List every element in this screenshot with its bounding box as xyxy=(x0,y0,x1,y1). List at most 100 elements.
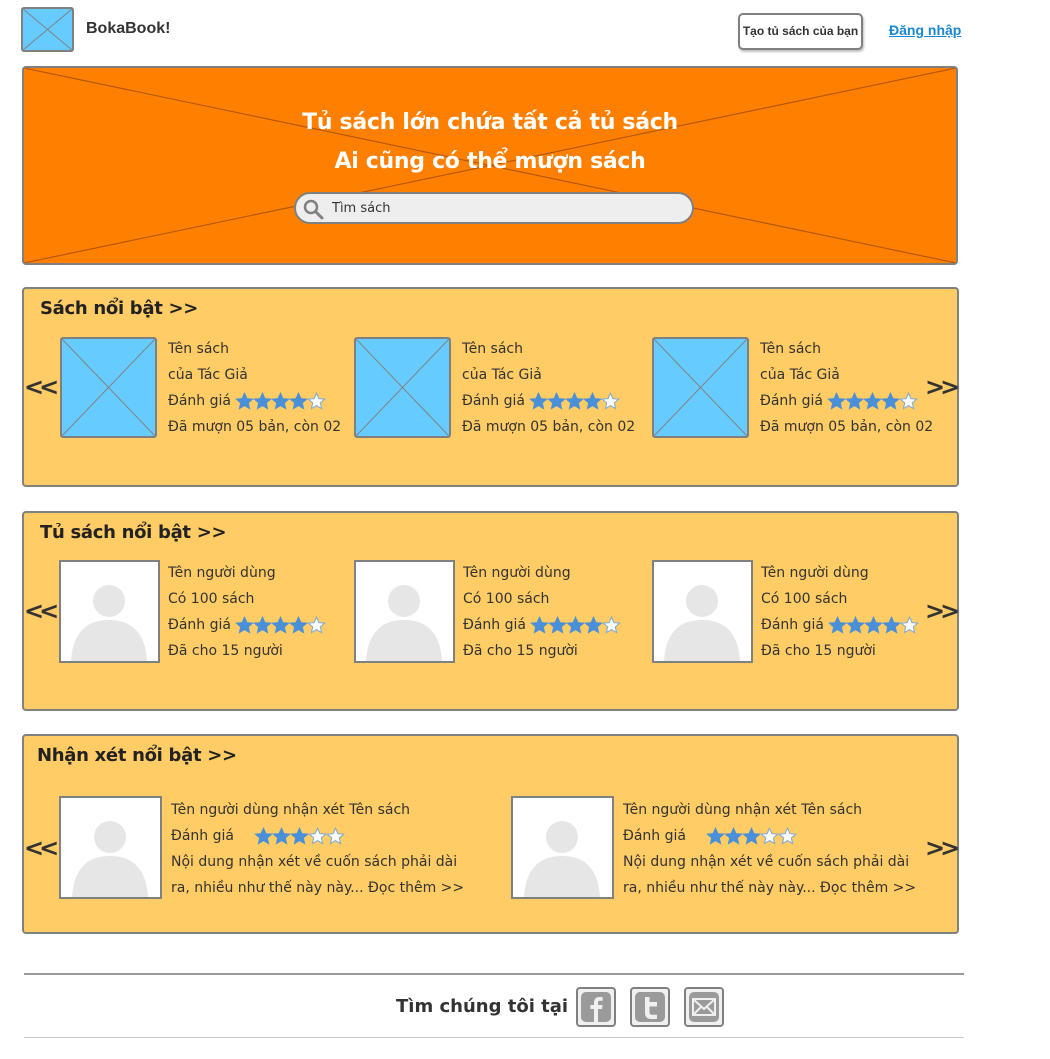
review-body: Nội dung nhận xét về cuốn sách phải dài xyxy=(623,854,910,870)
star-filled-icon xyxy=(565,392,584,410)
review-card: Tên người dùng nhận xét Tên sách Đánh gi… xyxy=(623,797,923,901)
star-filled-icon xyxy=(235,616,254,634)
book-name[interactable]: Tên sách xyxy=(760,336,933,362)
book-card: Tên sách của Tác Giả Đánh giá Đã mượn 05… xyxy=(462,336,635,440)
user-name[interactable]: Tên người dùng xyxy=(463,560,620,586)
star-filled-icon xyxy=(845,392,864,410)
star-empty-icon xyxy=(307,392,326,410)
user-name[interactable]: Tên người dùng xyxy=(168,560,325,586)
rating-label: Đánh giá xyxy=(623,828,686,844)
user-avatar[interactable] xyxy=(59,560,160,663)
star-filled-icon xyxy=(882,616,901,634)
book-name[interactable]: Tên sách xyxy=(168,336,341,362)
brand-name: BokaBook! xyxy=(86,20,171,37)
review-card: Tên người dùng nhận xét Tên sách Đánh gi… xyxy=(171,797,471,901)
shelf-card: Tên người dùng Có 100 sách Đánh giá Đã c… xyxy=(463,560,621,664)
book-cover-image[interactable] xyxy=(60,337,157,438)
star-filled-icon xyxy=(742,827,761,845)
rating-label: Đánh giá xyxy=(463,617,526,633)
book-status: Đã mượn 05 bản, còn 02 xyxy=(462,419,636,435)
search-box[interactable] xyxy=(294,192,694,224)
book-author[interactable]: của Tác Giả xyxy=(760,362,933,388)
star-filled-icon xyxy=(864,616,883,634)
logo-image[interactable] xyxy=(21,7,74,52)
featured-books-section: Sách nổi bật >> << >> Tên sách của Tác G… xyxy=(22,287,960,487)
reviewer-avatar[interactable] xyxy=(511,796,614,899)
user-name[interactable]: Tên người dùng xyxy=(761,560,918,586)
star-filled-icon xyxy=(271,616,290,634)
star-empty-icon xyxy=(308,827,327,845)
lent-count: Đã cho 15 người xyxy=(168,643,283,659)
review-heading[interactable]: Tên người dùng nhận xét Tên sách xyxy=(623,797,923,823)
prev-arrow[interactable]: << xyxy=(24,373,59,401)
next-arrow[interactable]: >> xyxy=(925,597,960,625)
star-rating xyxy=(529,388,620,414)
star-filled-icon xyxy=(846,616,865,634)
shelf-card: Tên người dùng Có 100 sách Đánh giá Đã c… xyxy=(168,560,326,664)
prev-arrow[interactable]: << xyxy=(24,834,59,862)
star-filled-icon xyxy=(272,827,291,845)
book-count: Có 100 sách xyxy=(463,591,550,607)
hero-headline: Tủ sách lớn chứa tất cả tủ sách xyxy=(302,110,678,135)
review-body-continued: ra, nhiều như thế này này... xyxy=(623,880,816,896)
book-cover-image[interactable] xyxy=(652,337,749,438)
login-link[interactable]: Đăng nhập xyxy=(889,22,961,38)
star-filled-icon xyxy=(290,827,309,845)
rating-label: Đánh giá xyxy=(171,828,234,844)
rating-label: Đánh giá xyxy=(168,617,231,633)
hero-subheadline: Ai cũng có thể mượn sách xyxy=(334,149,646,174)
book-card: Tên sách của Tác Giả Đánh giá Đã mượn 05… xyxy=(168,336,341,440)
book-cover-image[interactable] xyxy=(354,337,451,438)
book-author[interactable]: của Tác Giả xyxy=(462,362,635,388)
book-card: Tên sách của Tác Giả Đánh giá Đã mượn 05… xyxy=(760,336,933,440)
book-status: Đã mượn 05 bản, còn 02 xyxy=(760,419,934,435)
star-empty-icon xyxy=(326,827,345,845)
star-rating xyxy=(235,388,326,414)
featured-shelves-section: Tủ sách nổi bật >> << >> Tên người dùng … xyxy=(22,511,960,711)
star-filled-icon xyxy=(289,616,308,634)
twitter-icon[interactable] xyxy=(630,987,670,1027)
star-filled-icon xyxy=(548,616,567,634)
star-rating xyxy=(530,612,621,638)
create-bookshelf-button[interactable]: Tạo tủ sách của bạn xyxy=(738,13,863,50)
star-filled-icon xyxy=(253,392,272,410)
search-icon xyxy=(303,199,324,220)
star-filled-icon xyxy=(584,616,603,634)
star-rating xyxy=(254,823,345,849)
book-count: Có 100 sách xyxy=(761,591,848,607)
star-filled-icon xyxy=(583,392,602,410)
reviewer-avatar[interactable] xyxy=(59,796,162,899)
shelf-card: Tên người dùng Có 100 sách Đánh giá Đã c… xyxy=(761,560,919,664)
star-filled-icon xyxy=(530,616,549,634)
review-body-continued: ra, nhiều như thế này này... xyxy=(171,880,364,896)
prev-arrow[interactable]: << xyxy=(24,597,59,625)
rating-label: Đánh giá xyxy=(760,393,823,409)
book-author[interactable]: của Tác Giả xyxy=(168,362,341,388)
read-more-link[interactable]: Đọc thêm >> xyxy=(820,880,916,896)
star-filled-icon xyxy=(827,392,846,410)
facebook-icon[interactable] xyxy=(576,987,616,1027)
review-heading[interactable]: Tên người dùng nhận xét Tên sách xyxy=(171,797,471,823)
book-name[interactable]: Tên sách xyxy=(462,336,635,362)
user-avatar[interactable] xyxy=(354,560,455,663)
search-input[interactable] xyxy=(332,198,682,218)
find-us-label: Tìm chúng tôi tại xyxy=(396,996,569,1017)
star-filled-icon xyxy=(881,392,900,410)
star-rating xyxy=(828,612,919,638)
read-more-link[interactable]: Đọc thêm >> xyxy=(368,880,464,896)
featured-books-title[interactable]: Sách nổi bật >> xyxy=(40,298,198,319)
book-status: Đã mượn 05 bản, còn 02 xyxy=(168,419,342,435)
star-filled-icon xyxy=(235,392,254,410)
email-icon[interactable] xyxy=(684,987,724,1027)
user-avatar[interactable] xyxy=(652,560,753,663)
star-filled-icon xyxy=(529,392,548,410)
featured-shelves-title[interactable]: Tủ sách nổi bật >> xyxy=(40,522,227,543)
star-rating xyxy=(827,388,918,414)
hero-banner: Tủ sách lớn chứa tất cả tủ sách Ai cũng … xyxy=(22,66,958,265)
book-count: Có 100 sách xyxy=(168,591,255,607)
rating-label: Đánh giá xyxy=(761,617,824,633)
lent-count: Đã cho 15 người xyxy=(761,643,876,659)
star-filled-icon xyxy=(724,827,743,845)
featured-reviews-title[interactable]: Nhận xét nổi bật >> xyxy=(37,745,237,766)
next-arrow[interactable]: >> xyxy=(925,834,960,862)
